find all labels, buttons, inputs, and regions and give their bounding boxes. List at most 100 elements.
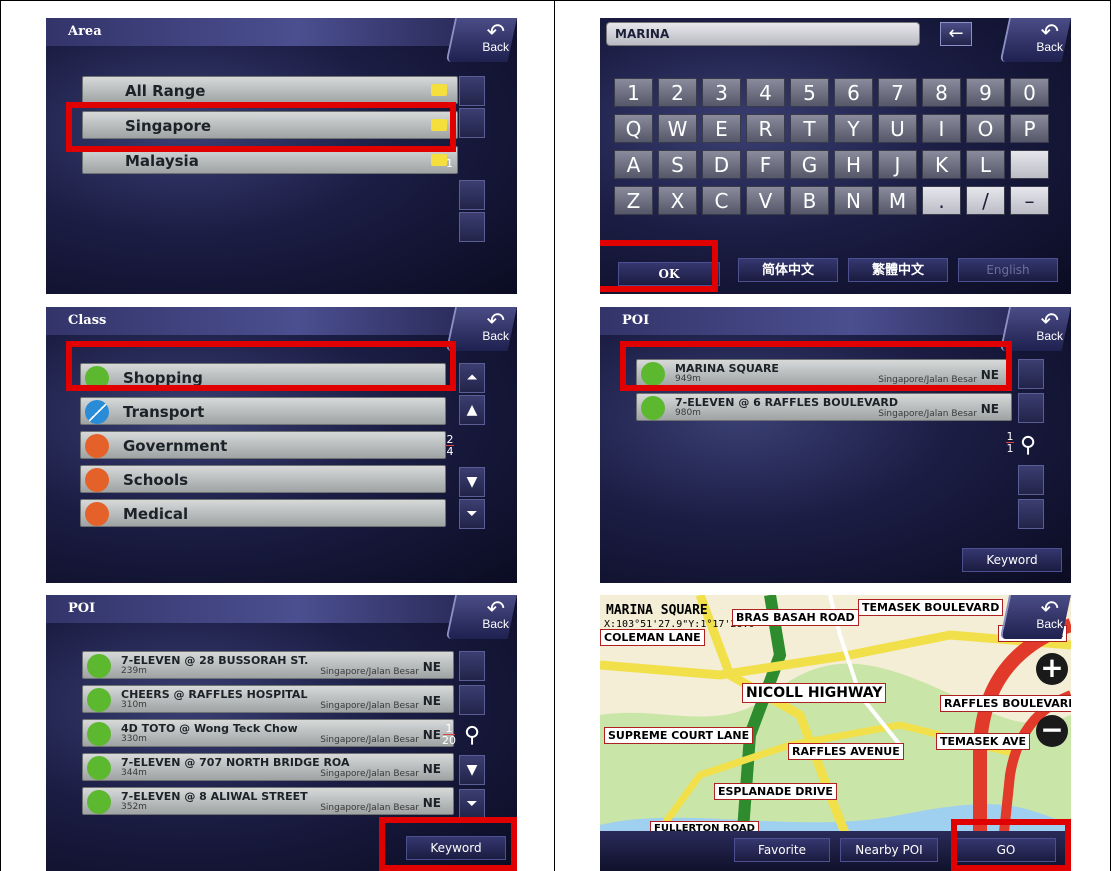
poi-list-item[interactable]: 4D TOTO @ Wong Teck Chow 330m Singapore/Ja… (82, 719, 454, 747)
title-bar: POI (46, 595, 466, 623)
key-M[interactable]: M (878, 186, 917, 215)
key-U[interactable]: U (878, 114, 917, 143)
class-item-schools[interactable]: Schools (80, 465, 446, 493)
poi-list-item[interactable]: 7-ELEVEN @ 8 ALIWAL STREET 352m Singapore/… (82, 787, 454, 815)
back-button[interactable]: ↶ Back (445, 18, 517, 62)
key-Y[interactable]: Y (834, 114, 873, 143)
folder-icon (431, 154, 447, 166)
key-–[interactable]: – (1010, 186, 1049, 215)
class-item-transport[interactable]: Transport (80, 397, 446, 425)
key-G[interactable]: G (790, 150, 829, 179)
plus-icon: + (1040, 651, 1064, 684)
key-4[interactable]: 4 (746, 78, 785, 107)
scroll-up-button[interactable]: ▲ (459, 395, 485, 425)
scroll-down-button[interactable] (459, 212, 485, 242)
scroll-top-button[interactable] (1018, 359, 1044, 389)
area-item-label: Malaysia (125, 152, 199, 170)
key-5[interactable]: 5 (790, 78, 829, 107)
key-B[interactable]: B (790, 186, 829, 215)
key-C[interactable]: C (702, 186, 741, 215)
class-item-medical[interactable]: Medical (80, 499, 446, 527)
area-item-all-range[interactable]: All Range (82, 76, 458, 104)
key-8[interactable]: 8 (922, 78, 961, 107)
key-9[interactable]: 9 (966, 78, 1005, 107)
search-button[interactable]: ⚲ (1020, 433, 1036, 458)
key-J[interactable]: J (878, 150, 917, 179)
poi-direction: NE (980, 402, 999, 416)
key-W[interactable]: W (658, 114, 697, 143)
poi-name: 7-ELEVEN @ 28 BUSSORAH ST. (121, 654, 309, 667)
page-current: 2 (446, 433, 454, 446)
key-7[interactable]: 7 (878, 78, 917, 107)
keyword-button[interactable]: Keyword (962, 548, 1062, 572)
keyword-input[interactable]: MARINA (606, 22, 920, 46)
scroll-top-button[interactable]: ⏶ (459, 363, 485, 393)
key-R[interactable]: R (746, 114, 785, 143)
back-button[interactable]: ↶ Back (445, 307, 517, 351)
key-S[interactable]: S (658, 150, 697, 179)
back-button[interactable]: ↶ Back (445, 595, 517, 639)
key-0[interactable]: 0 (1010, 78, 1049, 107)
poi-list-item[interactable]: 7-ELEVEN @ 707 NORTH BRIDGE ROA 344m Singa… (82, 753, 454, 781)
scroll-bottom-icon: ⏷ (466, 506, 478, 522)
scroll-down-button[interactable]: ▼ (459, 467, 485, 497)
key-L[interactable]: L (966, 150, 1005, 179)
triangle-up-icon: ▲ (466, 402, 478, 418)
key-X[interactable]: X (658, 186, 697, 215)
key-K[interactable]: K (922, 150, 961, 179)
keyword-input-value: MARINA (615, 27, 670, 41)
favorite-button[interactable]: Favorite (734, 838, 830, 862)
scroll-bottom-button[interactable] (1018, 499, 1044, 529)
zoom-out-button[interactable]: − (1036, 715, 1068, 747)
key-2[interactable]: 2 (658, 78, 697, 107)
key-T[interactable]: T (790, 114, 829, 143)
poi-list-item[interactable]: 7-ELEVEN @ 28 BUSSORAH ST. 239m Singapore/… (82, 651, 454, 679)
scroll-up-page-button[interactable] (459, 108, 485, 138)
backspace-button[interactable]: ← (940, 22, 972, 46)
key-1[interactable]: 1 (614, 78, 653, 107)
search-button[interactable]: ⚲ (464, 723, 480, 748)
scroll-up-button[interactable] (459, 685, 485, 715)
key-N[interactable]: N (834, 186, 873, 215)
key-Q[interactable]: Q (614, 114, 653, 143)
scroll-up-button[interactable] (1018, 393, 1044, 423)
key-3[interactable]: 3 (702, 78, 741, 107)
scroll-bottom-button[interactable]: ⏷ (459, 499, 485, 529)
english-button[interactable]: English (958, 258, 1058, 282)
key-.[interactable]: . (922, 186, 961, 215)
back-button[interactable]: ↶ Back (999, 18, 1071, 62)
key-D[interactable]: D (702, 150, 741, 179)
key-A[interactable]: A (614, 150, 653, 179)
key-O[interactable]: O (966, 114, 1005, 143)
scroll-top-button[interactable] (459, 651, 485, 681)
poi-distance: 980m (675, 408, 701, 418)
poi-list-item[interactable]: CHEERS @ RAFFLES HOSPITAL 310m Singapore/J… (82, 685, 454, 713)
poi-area: Singapore/Jalan Besar (320, 667, 419, 677)
key-P[interactable]: P (1010, 114, 1049, 143)
key-E[interactable]: E (702, 114, 741, 143)
zoom-in-button[interactable]: + (1036, 653, 1068, 685)
key-I[interactable]: I (922, 114, 961, 143)
grid-line (0, 0, 1111, 1)
key-blank[interactable] (1010, 150, 1049, 179)
key-Z[interactable]: Z (614, 186, 653, 215)
scroll-down-button[interactable] (1018, 465, 1044, 495)
road-label: RAFFLES BOULEVARD (940, 695, 1071, 712)
title-bar: Area (46, 18, 466, 46)
key-H[interactable]: H (834, 150, 873, 179)
scroll-down-page-button[interactable] (459, 180, 485, 210)
road-label: SUPREME COURT LANE (604, 727, 754, 744)
simplified-chinese-button[interactable]: 简体中文 (738, 258, 838, 282)
key-/[interactable]: / (966, 186, 1005, 215)
key-V[interactable]: V (746, 186, 785, 215)
class-item-government[interactable]: Government (80, 431, 446, 459)
scroll-bottom-button[interactable]: ⏷ (459, 789, 485, 819)
scroll-up-button[interactable] (459, 76, 485, 106)
key-6[interactable]: 6 (834, 78, 873, 107)
scroll-down-button[interactable]: ▼ (459, 755, 485, 785)
poi-item-7eleven[interactable]: 7-ELEVEN @ 6 RAFFLES BOULEVARD 980m Sing… (636, 393, 1012, 421)
back-button[interactable]: ↶ Back (999, 595, 1071, 639)
nearby-poi-button[interactable]: Nearby POI (840, 838, 938, 862)
traditional-chinese-button[interactable]: 繁體中文 (848, 258, 948, 282)
key-F[interactable]: F (746, 150, 785, 179)
